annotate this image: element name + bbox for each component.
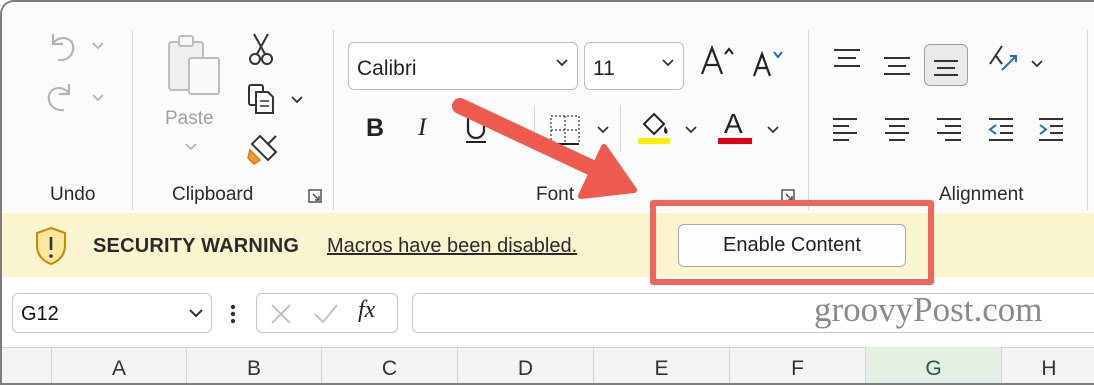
group-divider (808, 30, 809, 210)
italic-button[interactable]: I (418, 114, 426, 142)
copy-icon[interactable] (246, 82, 276, 116)
clipboard-group-label: Clipboard (172, 184, 254, 205)
column-header-f[interactable]: F (730, 347, 866, 383)
paste-dropdown-icon[interactable] (184, 141, 198, 153)
chevron-down-icon[interactable] (661, 57, 675, 69)
cut-icon[interactable] (246, 32, 276, 66)
font-size-value: 11 (593, 57, 615, 80)
watermark: groovyPost.com (814, 290, 1043, 329)
cancel-icon[interactable] (268, 301, 294, 327)
font-color-dropdown-icon[interactable] (766, 124, 780, 136)
column-header-d[interactable]: D (458, 347, 594, 383)
underline-icon[interactable] (462, 114, 490, 148)
font-group-label: Font (536, 184, 575, 205)
font-color-bar (718, 138, 752, 144)
borders-icon[interactable] (548, 113, 582, 147)
undo-group-label: Undo (50, 184, 96, 205)
column-header-c[interactable]: C (322, 347, 458, 383)
chevron-down-icon[interactable] (188, 307, 204, 321)
group-divider (1087, 30, 1088, 210)
column-header-b[interactable]: B (187, 347, 322, 383)
font-name-value: Calibri (357, 57, 417, 80)
paste-label[interactable]: Paste (165, 108, 214, 130)
group-divider (333, 30, 334, 210)
name-box[interactable]: G12 (12, 293, 212, 333)
column-header-h[interactable]: H (1002, 347, 1094, 383)
decrease-indent-icon[interactable] (986, 114, 1016, 144)
increase-font-icon[interactable] (698, 42, 736, 80)
increase-indent-icon[interactable] (1036, 114, 1066, 144)
fill-color-icon[interactable] (636, 108, 672, 146)
more-options-icon[interactable] (229, 303, 237, 325)
macros-disabled-link[interactable]: Macros have been disabled. (327, 235, 577, 258)
align-middle-icon[interactable] (880, 52, 914, 82)
enter-icon[interactable] (312, 301, 340, 327)
orientation-dropdown-icon[interactable] (1030, 58, 1044, 70)
format-painter-icon[interactable] (246, 132, 280, 166)
alignment-group-label: Alignment (939, 184, 1024, 205)
borders-dropdown-icon[interactable] (596, 124, 610, 136)
undo-dropdown-icon[interactable] (91, 40, 105, 52)
name-box-value: G12 (21, 303, 59, 325)
fill-color-dropdown-icon[interactable] (684, 124, 698, 136)
shield-warning-icon (36, 226, 66, 266)
excel-window: Undo Paste Clipboard Calibri 11 B I A Fo… (0, 0, 1094, 385)
bold-button[interactable]: B (366, 114, 384, 143)
paste-icon[interactable] (165, 32, 223, 98)
align-bottom-button[interactable] (924, 44, 968, 86)
select-all-corner[interactable] (2, 347, 52, 383)
font-divider (534, 106, 535, 152)
annotation-highlight-box (650, 200, 934, 285)
chevron-down-icon[interactable] (555, 57, 569, 69)
align-top-icon[interactable] (830, 46, 864, 76)
font-size-combo[interactable]: 11 (584, 42, 684, 90)
security-warning-title: SECURITY WARNING (93, 235, 300, 257)
font-divider (620, 106, 621, 152)
column-header-e[interactable]: E (594, 347, 730, 383)
decrease-font-icon[interactable] (750, 46, 786, 82)
column-header-a[interactable]: A (52, 347, 187, 383)
align-left-icon[interactable] (830, 114, 860, 144)
align-bottom-icon (934, 60, 958, 76)
column-header-g[interactable]: G (866, 347, 1002, 383)
insert-function-button[interactable]: fx (358, 297, 375, 324)
dialog-launcher-icon[interactable] (307, 188, 323, 204)
redo-icon[interactable] (44, 80, 78, 114)
font-name-combo[interactable]: Calibri (348, 42, 578, 90)
font-color-letter[interactable]: A (724, 108, 743, 140)
align-right-icon[interactable] (934, 114, 964, 144)
copy-dropdown-icon[interactable] (290, 94, 304, 106)
redo-dropdown-icon[interactable] (91, 92, 105, 104)
align-center-icon[interactable] (882, 114, 912, 144)
group-divider (132, 30, 133, 210)
orientation-icon[interactable] (986, 42, 1022, 78)
undo-icon[interactable] (44, 30, 78, 64)
